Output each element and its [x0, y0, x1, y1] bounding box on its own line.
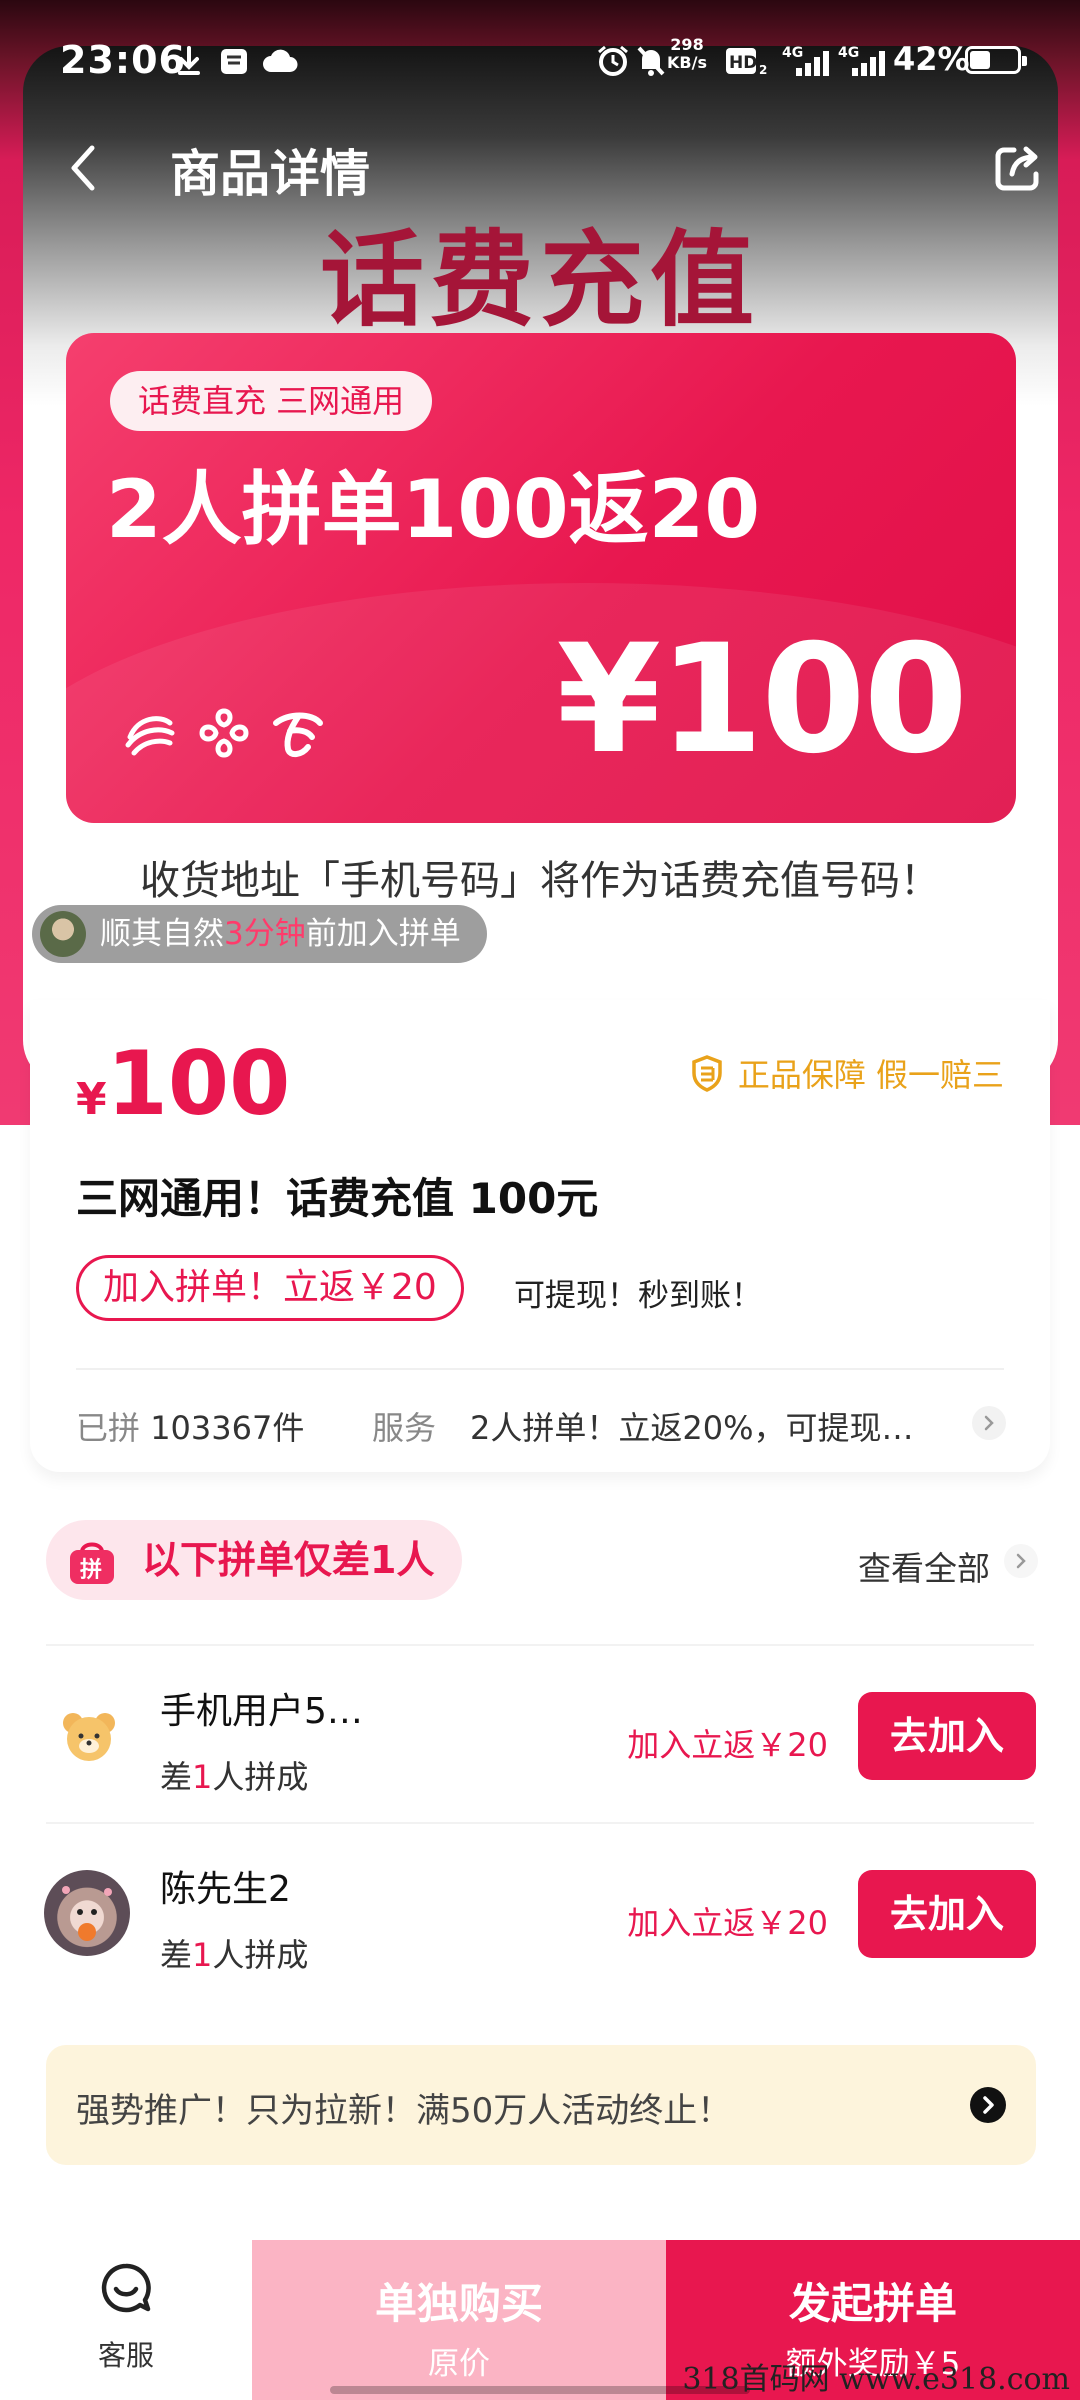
svg-text:HD: HD [729, 53, 757, 73]
sold-count: 已拼 103367件 [76, 1403, 304, 1449]
svg-text:2: 2 [759, 63, 767, 77]
group-status-suffix: 人拼成 [212, 1936, 309, 1974]
buy-solo-sub: 原价 [428, 2346, 490, 2382]
signal-4g-icon: 4G [782, 45, 829, 76]
watermark: 318首码网 www.e318.com [682, 2362, 1070, 2397]
guarantee-badge[interactable]: 正品保障 假一赔三 [690, 1050, 1004, 1096]
promo-price: ¥100 [556, 613, 968, 787]
store-icon [221, 49, 247, 74]
avatar [44, 1870, 130, 1956]
start-group-label: 发起拼单 [788, 2279, 957, 2328]
group-badge-text: 以下拼单仅差1人 [142, 1538, 435, 1582]
chevron-right-icon[interactable] [972, 1406, 1006, 1440]
signal-4g-icon: 4G [838, 45, 885, 76]
group-user-name: 陈先生2 [160, 1869, 291, 1910]
guarantee-text: 正品保障 假一赔三 [737, 1056, 1004, 1094]
divider [46, 1822, 1034, 1824]
customer-service-button[interactable]: 客服 [0, 2240, 252, 2400]
promo-tag: 话费直充 三网通用 [110, 371, 433, 431]
join-rebate-pill[interactable]: 加入拼单！立返￥20 [76, 1255, 464, 1321]
group-status-prefix: 差 [160, 1936, 193, 1974]
svg-text:拼: 拼 [80, 1557, 102, 1583]
service-label: 服务 [372, 1409, 437, 1447]
buy-solo-button[interactable]: 单独购买 原价 [252, 2240, 666, 2400]
group-badge: 拼 以下拼单仅差1人 [46, 1520, 463, 1600]
group-status-suffix: 人拼成 [212, 1758, 309, 1796]
avatar [40, 911, 86, 957]
group-reward: 加入立返￥20 [627, 1726, 828, 1764]
chat-icon [101, 2263, 151, 2313]
view-all-link[interactable]: 查看全部 [858, 1542, 990, 1590]
cloud-icon [263, 49, 298, 72]
chevron-right-icon[interactable] [1004, 1544, 1038, 1578]
address-note: 收货地址「手机号码」将作为话费充值号码！ [140, 858, 940, 904]
promo-card: 话费直充 三网通用 2人拼单100返20 ¥100 [66, 333, 1016, 823]
promo-headline: 2人拼单100返20 [106, 463, 760, 556]
hero-title: 话费充值 [319, 219, 760, 341]
hd-icon: HD 2 [726, 48, 767, 77]
product-price: ¥100 [76, 1032, 290, 1135]
battery-icon [965, 46, 1027, 74]
price-symbol: ¥ [76, 1074, 107, 1125]
sold-label: 已拼 [76, 1409, 141, 1447]
group-status: 差1人拼成 [160, 1752, 308, 1798]
group-status-count: 1 [192, 1936, 213, 1974]
share-icon[interactable] [990, 140, 1046, 196]
status-time: 23:06 [60, 38, 186, 82]
sold-value: 103367件 [150, 1409, 305, 1447]
buy-solo-label: 单独购买 [374, 2279, 543, 2328]
svg-text:4G: 4G [838, 45, 859, 61]
group-status-count: 1 [192, 1758, 213, 1796]
join-group-button[interactable]: 去加入 [858, 1692, 1036, 1780]
alarm-icon [598, 45, 628, 76]
mute-icon [637, 46, 665, 76]
customer-service-label: 客服 [97, 2339, 154, 2372]
withdraw-note: 可提现！秒到账！ [514, 1278, 762, 1314]
group-user-name: 手机用户5… [160, 1691, 363, 1732]
net-speed: 298 KB/s [667, 35, 707, 72]
shopping-bag-icon: 拼 [70, 1542, 114, 1584]
join-ticker: 顺其自然3分钟前加入拼单 [32, 905, 487, 963]
group-reward: 加入立返￥20 [627, 1904, 828, 1942]
divider [46, 1644, 1034, 1646]
battery-percent: 42% [893, 40, 970, 78]
group-status: 差1人拼成 [160, 1930, 308, 1976]
divider [76, 1368, 1004, 1370]
ticker-action: 前加入拼单 [305, 916, 461, 952]
china-unicom-icon [199, 708, 249, 758]
promo-notice[interactable]: 强势推广！只为拉新！满50万人活动终止！ [46, 2045, 1036, 2165]
join-group-button[interactable]: 去加入 [858, 1870, 1036, 1958]
china-telecom-icon [273, 712, 323, 757]
service-text[interactable]: 2人拼单！立返20%，可提现… [470, 1403, 930, 1449]
chevron-right-icon[interactable] [970, 2087, 1006, 2123]
price-value: 100 [106, 1032, 291, 1135]
svg-text:4G: 4G [782, 45, 803, 61]
ticker-name: 顺其自然 [100, 916, 224, 952]
avatar [46, 1693, 132, 1779]
chevron-left-icon[interactable] [62, 138, 106, 198]
notice-text: 强势推广！只为拉新！满50万人活动终止！ [76, 2091, 732, 2131]
download-icon [178, 46, 200, 75]
shield-icon [692, 1055, 722, 1092]
product-title: 三网通用！话费充值 100元 [76, 1174, 599, 1223]
group-status-prefix: 差 [160, 1758, 193, 1796]
china-mobile-icon [125, 716, 175, 756]
ticker-time: 3分钟 [224, 916, 306, 952]
status-bar: 23:06 298 KB/s HD 2 4G 4G 42% [0, 0, 1080, 120]
